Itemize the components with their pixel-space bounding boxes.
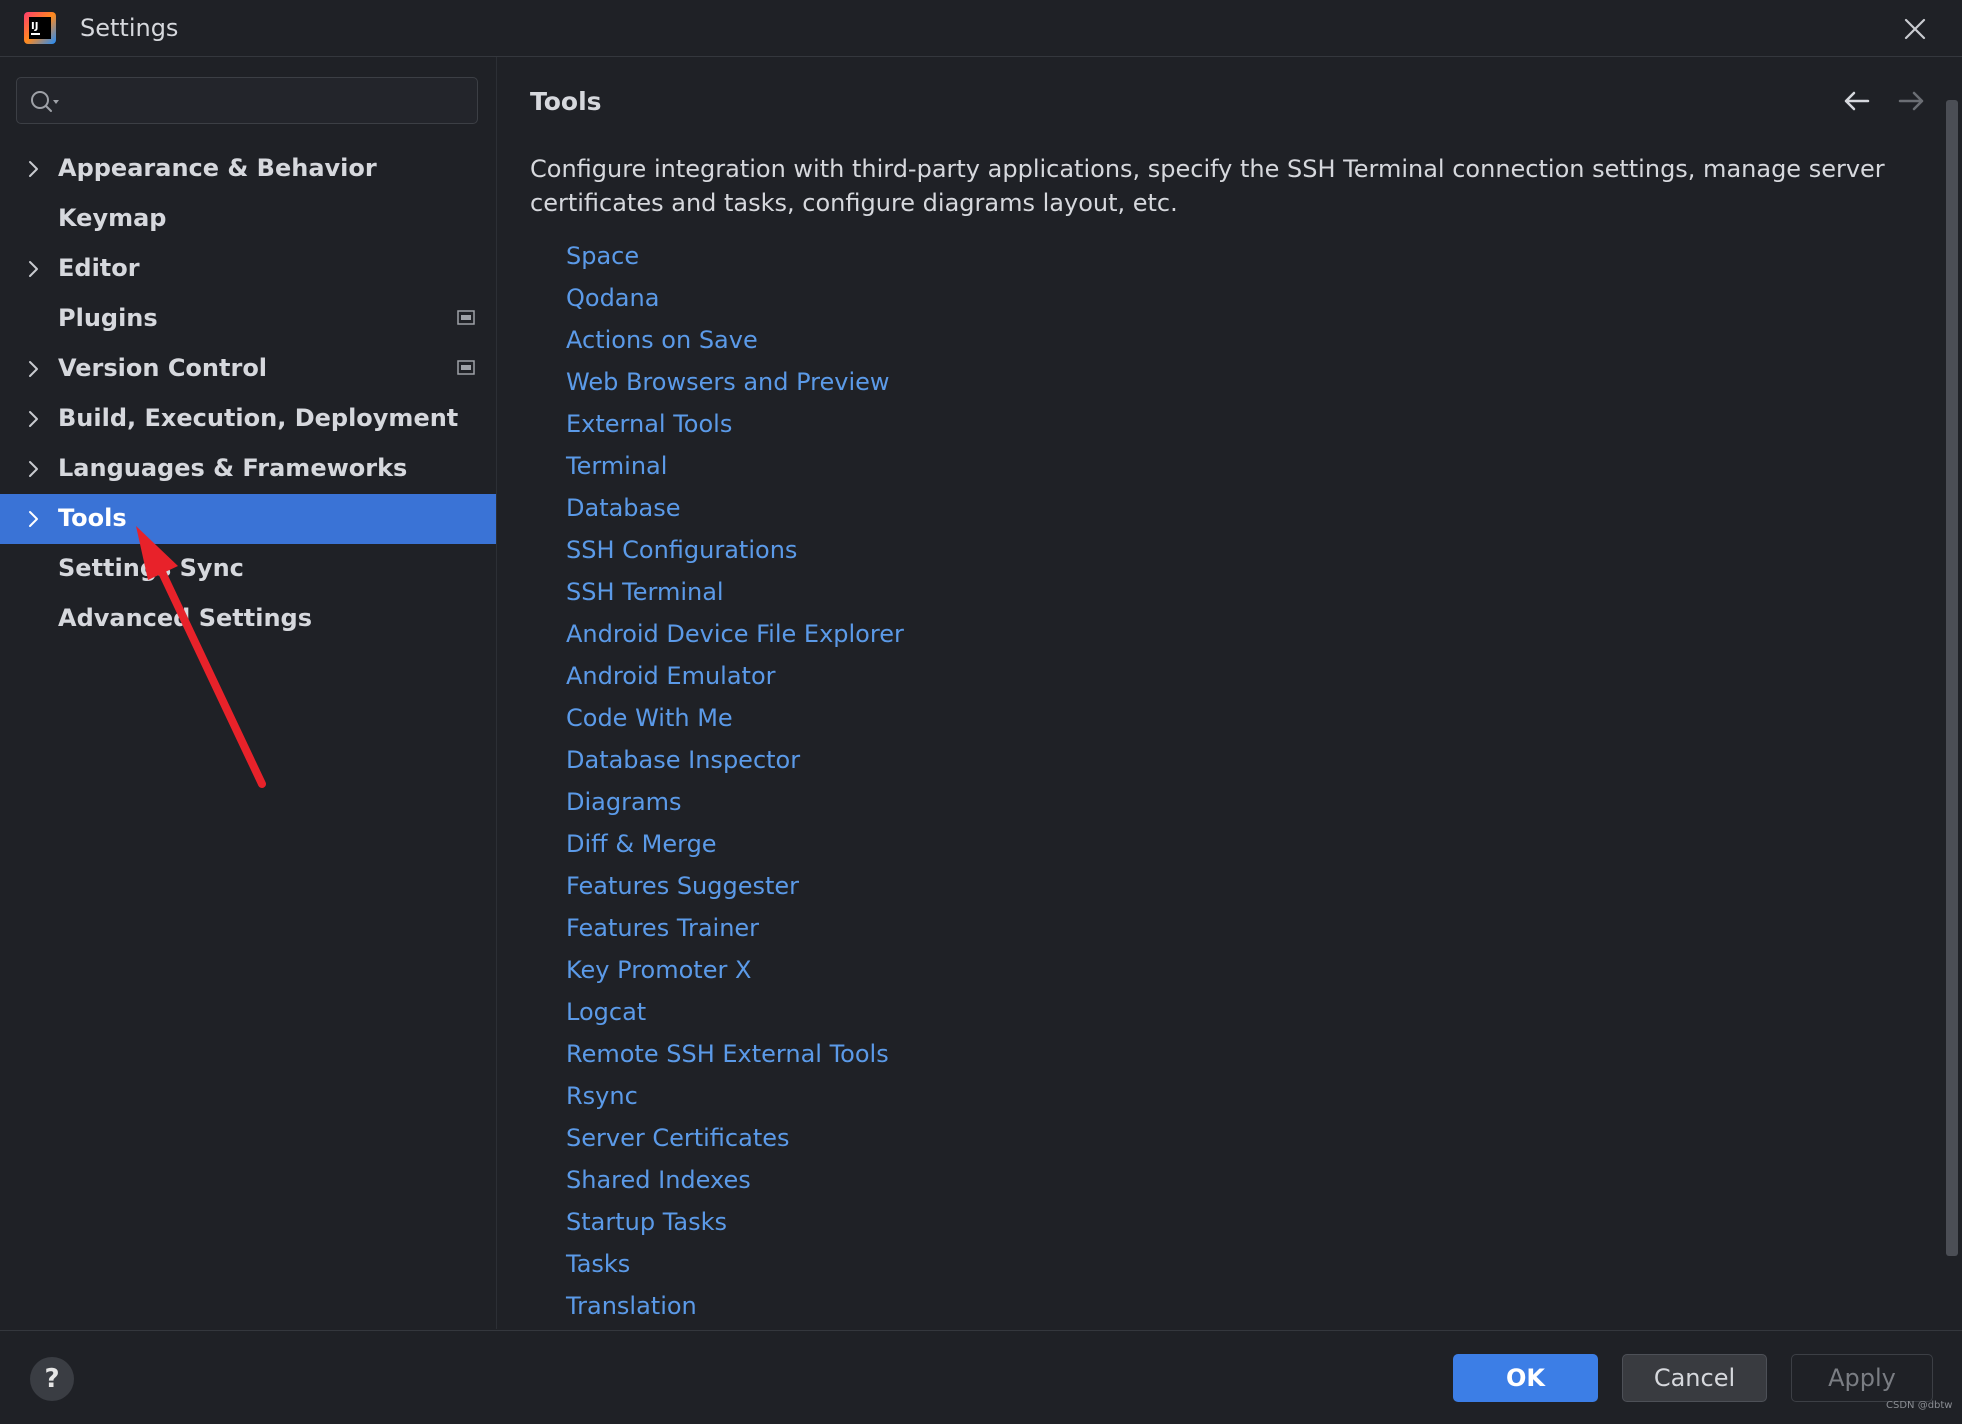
- help-button[interactable]: ?: [30, 1357, 74, 1401]
- vertical-scrollbar[interactable]: [1946, 100, 1958, 1256]
- svg-text:IJ: IJ: [31, 21, 38, 32]
- chevron-right-icon[interactable]: [26, 509, 42, 529]
- link-diagrams[interactable]: Diagrams: [566, 788, 682, 816]
- sidebar-item-label: Settings Sync: [58, 554, 244, 582]
- link-key-promoter-x[interactable]: Key Promoter X: [566, 956, 751, 984]
- link-remote-ssh-external-tools[interactable]: Remote SSH External Tools: [566, 1040, 889, 1068]
- link-terminal[interactable]: Terminal: [566, 452, 667, 480]
- arrow-left-icon[interactable]: [1842, 88, 1872, 114]
- link-qodana[interactable]: Qodana: [566, 284, 659, 312]
- link-code-with-me[interactable]: Code With Me: [566, 704, 733, 732]
- apply-button[interactable]: Apply: [1791, 1354, 1933, 1402]
- sidebar-item-label: Plugins: [58, 304, 158, 332]
- chevron-right-icon[interactable]: [26, 259, 42, 279]
- sidebar-item-languages-frameworks[interactable]: Languages & Frameworks: [0, 444, 496, 494]
- link-shared-indexes[interactable]: Shared Indexes: [566, 1166, 751, 1194]
- sidebar-item-label: Tools: [58, 504, 127, 532]
- chevron-right-icon[interactable]: [26, 459, 42, 479]
- link-rsync[interactable]: Rsync: [566, 1082, 638, 1110]
- link-database-inspector[interactable]: Database Inspector: [566, 746, 800, 774]
- sidebar-item-advanced-settings[interactable]: Advanced Settings: [0, 594, 496, 644]
- link-external-tools[interactable]: External Tools: [566, 410, 732, 438]
- link-features-suggester[interactable]: Features Suggester: [566, 872, 799, 900]
- settings-sidebar: Appearance & Behavior Keymap Editor Plugins…: [0, 57, 497, 1329]
- search-icon: [31, 91, 59, 112]
- link-translation[interactable]: Translation: [566, 1292, 697, 1320]
- sidebar-item-label: Build, Execution, Deployment: [58, 404, 459, 432]
- sidebar-item-tools[interactable]: Tools: [0, 494, 496, 544]
- sidebar-item-editor[interactable]: Editor: [0, 244, 496, 294]
- sidebar-item-label: Languages & Frameworks: [58, 454, 408, 482]
- link-space[interactable]: Space: [566, 242, 639, 270]
- link-actions-on-save[interactable]: Actions on Save: [566, 326, 758, 354]
- page-description: Configure integration with third-party a…: [530, 155, 1885, 217]
- watermark: CSDN @dbtw: [1886, 1400, 1953, 1411]
- sidebar-item-build-execution-deployment[interactable]: Build, Execution, Deployment: [0, 394, 496, 444]
- link-diff-merge[interactable]: Diff & Merge: [566, 830, 717, 858]
- sidebar-item-keymap[interactable]: Keymap: [0, 194, 496, 244]
- sidebar-item-label: Appearance & Behavior: [58, 154, 377, 182]
- link-features-trainer[interactable]: Features Trainer: [566, 914, 759, 942]
- link-android-emulator[interactable]: Android Emulator: [566, 662, 776, 690]
- link-server-certificates[interactable]: Server Certificates: [566, 1124, 790, 1152]
- sidebar-item-settings-sync[interactable]: Settings Sync: [0, 544, 496, 594]
- sidebar-item-version-control[interactable]: Version Control: [0, 344, 496, 394]
- chevron-right-icon[interactable]: [26, 359, 42, 379]
- cancel-button[interactable]: Cancel: [1622, 1354, 1767, 1402]
- chevron-right-icon[interactable]: [26, 409, 42, 429]
- search-box[interactable]: [16, 77, 478, 124]
- link-logcat[interactable]: Logcat: [566, 998, 646, 1026]
- project-level-icon: [457, 360, 475, 375]
- link-ssh-terminal[interactable]: SSH Terminal: [566, 578, 724, 606]
- arrow-right-icon[interactable]: [1896, 88, 1926, 114]
- link-web-browsers-and-preview[interactable]: Web Browsers and Preview: [566, 368, 890, 396]
- window-title: Settings: [80, 14, 179, 42]
- link-tasks[interactable]: Tasks: [566, 1250, 630, 1278]
- page-title: Tools: [530, 87, 602, 116]
- sidebar-item-appearance-behavior[interactable]: Appearance & Behavior: [0, 144, 496, 194]
- link-ssh-configurations[interactable]: SSH Configurations: [566, 536, 797, 564]
- sidebar-item-label: Version Control: [58, 354, 268, 382]
- sidebar-item-plugins[interactable]: Plugins: [0, 294, 496, 344]
- link-database[interactable]: Database: [566, 494, 681, 522]
- close-icon[interactable]: [1898, 12, 1932, 46]
- ok-button[interactable]: OK: [1453, 1354, 1598, 1402]
- title-bar: IJ Settings: [0, 0, 1962, 57]
- dialog-footer: ? OK Cancel Apply: [0, 1330, 1962, 1424]
- chevron-right-icon[interactable]: [26, 159, 42, 179]
- link-android-device-file-explorer[interactable]: Android Device File Explorer: [566, 620, 904, 648]
- project-level-icon: [457, 310, 475, 325]
- sidebar-item-label: Editor: [58, 254, 140, 282]
- sidebar-item-label: Keymap: [58, 204, 167, 232]
- link-startup-tasks[interactable]: Startup Tasks: [566, 1208, 727, 1236]
- intellij-logo-icon: IJ: [24, 12, 56, 44]
- search-input[interactable]: [67, 84, 471, 119]
- sidebar-item-label: Advanced Settings: [58, 604, 313, 632]
